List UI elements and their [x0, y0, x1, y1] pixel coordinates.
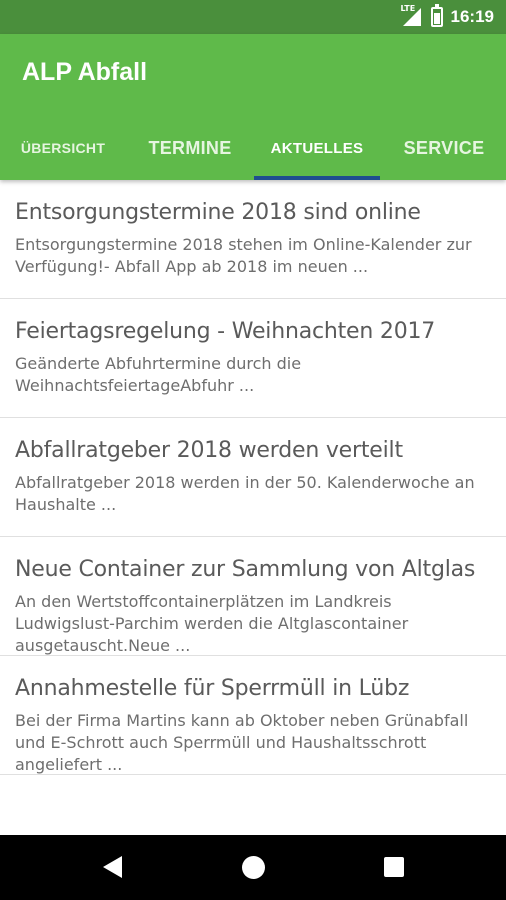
network-type-label: LTE	[400, 4, 416, 13]
recent-apps-icon[interactable]	[384, 857, 404, 877]
tab-service[interactable]: Service	[382, 116, 506, 180]
status-bar: LTE 16:19	[0, 0, 506, 34]
news-title: Abfallratgeber 2018 werden verteilt	[15, 438, 403, 463]
app-bar: ALP Abfall Übersicht Termine Aktuelles S…	[0, 34, 506, 180]
news-snippet: An den Wertstoffcontainerplätzen im Land…	[15, 592, 409, 655]
tab-termine[interactable]: Termine	[128, 116, 252, 180]
news-snippet: Geänderte Abfuhrtermine durch die Weihna…	[15, 354, 302, 395]
news-title: Neue Container zur Sammlung von Altglas	[15, 557, 476, 582]
tab-bar: Übersicht Termine Aktuelles Service	[0, 116, 506, 180]
news-item[interactable]: Neue Container zur Sammlung von Altglas …	[0, 537, 506, 656]
news-snippet: Bei der Firma Martins kann ab Oktober ne…	[15, 711, 469, 774]
news-title: Feiertagsregelung - Weihnachten 2017	[15, 319, 436, 344]
signal-icon: LTE	[401, 4, 423, 26]
tab-uebersicht[interactable]: Übersicht	[0, 116, 126, 180]
news-snippet: Entsorgungstermine 2018 stehen im Online…	[15, 235, 472, 276]
app-title: ALP Abfall	[22, 58, 148, 86]
news-item[interactable]: Abfallratgeber 2018 werden verteilt Abfa…	[0, 418, 506, 537]
clock: 16:19	[450, 7, 494, 26]
news-item[interactable]: Annahmestelle für Sperrmüll in Lübz Bei …	[0, 656, 506, 775]
news-item[interactable]: Feiertagsregelung - Weihnachten 2017 Geä…	[0, 299, 506, 418]
news-snippet: Abfallratgeber 2018 werden in der 50. Ka…	[15, 473, 475, 514]
system-navigation-bar	[0, 835, 506, 900]
news-title: Entsorgungstermine 2018 sind online	[15, 200, 421, 225]
news-item[interactable]: Entsorgungstermine 2018 sind online Ents…	[0, 180, 506, 299]
battery-icon	[430, 4, 443, 27]
news-title: Annahmestelle für Sperrmüll in Lübz	[15, 676, 410, 701]
tab-aktuelles[interactable]: Aktuelles	[254, 116, 380, 180]
home-icon[interactable]	[242, 856, 265, 879]
back-icon[interactable]	[103, 856, 122, 878]
news-list[interactable]: Entsorgungstermine 2018 sind online Ents…	[0, 180, 506, 835]
